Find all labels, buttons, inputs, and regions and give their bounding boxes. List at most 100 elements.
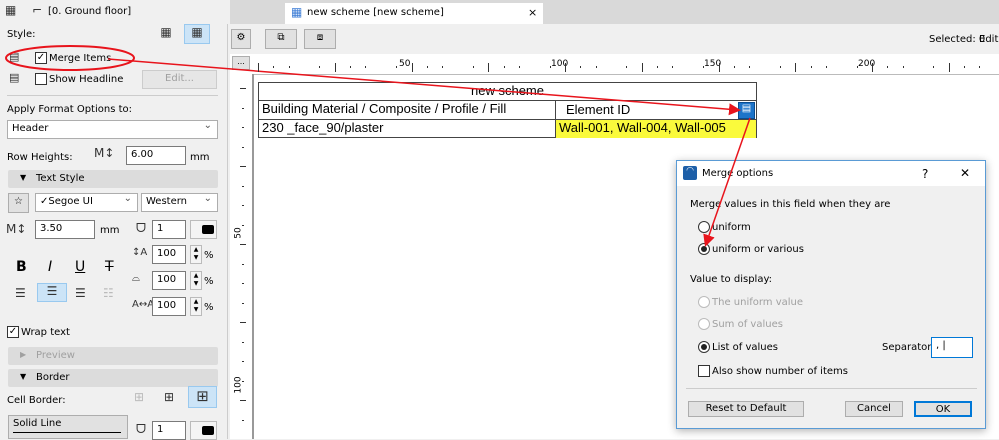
border-pen-input[interactable]: 1 [152, 421, 186, 440]
ruler-tick [779, 66, 781, 68]
spinner[interactable]: ▲ ▼ [190, 297, 202, 316]
show-headline-checkbox[interactable] [35, 73, 47, 85]
help-button[interactable]: ? [922, 167, 928, 181]
align-left-icon[interactable]: ☰ [15, 286, 26, 300]
percent-unit: % [204, 302, 214, 313]
ruler-tick [350, 66, 352, 68]
also-show-label: Also show number of items [712, 366, 848, 377]
font-size-input[interactable]: 3.50 [35, 220, 95, 239]
merge-options-icon[interactable]: ▤ [738, 102, 755, 119]
favorites-button[interactable]: ☆ [8, 193, 29, 213]
strikethrough-button[interactable]: T [105, 259, 114, 275]
tab-new-scheme[interactable]: ▦ new scheme [new scheme] × [285, 3, 543, 24]
ruler-tick [703, 66, 705, 68]
ruler-label: 100 [233, 376, 244, 394]
pen-input[interactable]: 1 [152, 220, 186, 239]
data-cell-merged[interactable]: Wall-001, Wall-004, Wall-005 [556, 120, 756, 138]
align-right-icon[interactable]: ☰ [75, 286, 86, 300]
fit-button[interactable]: ⧉ [265, 29, 297, 49]
spinner[interactable]: ▲ ▼ [190, 245, 202, 264]
table-style-plain-icon[interactable]: ▦ [155, 25, 177, 43]
row-heights-input[interactable]: 6.00 [126, 146, 186, 165]
show-headline-label: Show Headline [49, 74, 124, 85]
grid-view-icon[interactable]: ▦ [5, 3, 16, 17]
char-width-input[interactable]: 100 [152, 271, 186, 290]
ruler-tick [825, 66, 827, 68]
also-show-checkbox[interactable] [698, 365, 710, 377]
wrap-text-checkbox[interactable]: ✓ [7, 326, 19, 338]
radio-sum [698, 318, 710, 330]
radio-uniform[interactable] [698, 221, 710, 233]
ruler-tick [872, 63, 873, 72]
header-cell[interactable]: Building Material / Composite / Profile … [259, 101, 556, 120]
close-icon[interactable]: × [528, 6, 537, 19]
bold-button[interactable]: B [16, 259, 27, 275]
radio-list-of-values[interactable] [698, 341, 710, 353]
close-button[interactable]: ✕ [960, 166, 970, 180]
settings-button[interactable]: ⚙ [231, 29, 251, 49]
merge-items-checkbox[interactable]: ✓ [35, 52, 47, 64]
char-spacing-input[interactable]: 100 [152, 297, 186, 316]
pen-icon: ᗜ [136, 422, 146, 436]
floor-plan-icon: ⌐ [32, 3, 43, 17]
floor-label: [0. Ground floor] [48, 6, 132, 17]
align-center-icon[interactable]: ☰ [37, 283, 67, 302]
apply-format-select[interactable]: Header [7, 120, 218, 139]
schedule-table[interactable]: new scheme Building Material / Composite… [258, 82, 757, 138]
header-cell-element-id[interactable]: Element ID [556, 101, 756, 120]
border-inner-icon[interactable]: ⊞ [164, 390, 174, 404]
ok-button[interactable]: OK [914, 401, 972, 417]
headline-icon: ▤ [9, 71, 20, 84]
merge-icon: ▤ [9, 50, 20, 63]
separator-input[interactable]: , | [931, 337, 973, 358]
ruler-tick [242, 263, 244, 265]
border-none-icon[interactable]: ⊞ [134, 390, 144, 404]
zoom-selection-icon: ⧈ [316, 32, 324, 43]
ruler-tick [240, 166, 246, 167]
ruler-tick [240, 322, 246, 323]
ruler-tick [242, 185, 244, 187]
ruler-options-button[interactable]: ... [232, 56, 250, 70]
text-style-section[interactable]: ▼ Text Style [8, 170, 218, 188]
ruler-tick [795, 63, 797, 72]
ruler-tick [242, 146, 244, 148]
script-select[interactable]: Western [141, 193, 218, 212]
ruler-tick [396, 66, 398, 68]
tab-title: new scheme [new scheme] [307, 7, 444, 18]
ruler-tick [258, 63, 259, 72]
line-spacing-input[interactable]: 100 [152, 245, 186, 264]
border-section[interactable]: ▼ Border [8, 369, 218, 387]
ruler-tick [810, 66, 812, 68]
underline-button[interactable]: U [75, 259, 85, 275]
font-size-icon: M↕ [6, 222, 27, 236]
radio-label: The uniform value [712, 297, 804, 308]
ruler-tick [426, 66, 428, 68]
table-style-grid-icon[interactable]: ▦ [184, 24, 210, 44]
edit-link[interactable]: Edit [979, 34, 998, 45]
value-display-label: Value to display: [690, 274, 773, 285]
percent-unit: % [204, 276, 214, 287]
border-all-icon[interactable]: ⊞ [188, 386, 217, 408]
reset-default-button[interactable]: Reset to Default [688, 401, 804, 417]
ruler-tick [979, 66, 981, 68]
border-color-button[interactable] [190, 421, 217, 440]
radio-uniform-or-various[interactable] [698, 243, 710, 255]
font-select[interactable]: ✓Segoe UI [35, 193, 138, 212]
row-heights-unit: mm [190, 152, 210, 163]
ruler-tick [672, 66, 674, 68]
spinner[interactable]: ▲ ▼ [190, 271, 202, 290]
line-type-button[interactable]: Solid Line [8, 415, 128, 439]
merge-items-label: Merge Items [49, 53, 112, 64]
data-cell[interactable]: 230 _face_90/plaster [259, 120, 556, 138]
line-type-label: Solid Line [13, 418, 62, 429]
italic-button[interactable]: I [48, 259, 52, 275]
ruler-label: 50 [399, 59, 411, 69]
wrap-text-label: Wrap text [21, 327, 70, 338]
color-swatch [202, 426, 214, 435]
pen-color-button[interactable] [190, 220, 217, 239]
cancel-button[interactable]: Cancel [845, 401, 903, 417]
preview-section[interactable]: ▶ Preview [8, 347, 218, 365]
zoom-selection-button[interactable]: ⧈ [304, 29, 336, 49]
ruler-tick [411, 63, 413, 72]
edit-headline-button[interactable]: Edit... [142, 70, 217, 89]
